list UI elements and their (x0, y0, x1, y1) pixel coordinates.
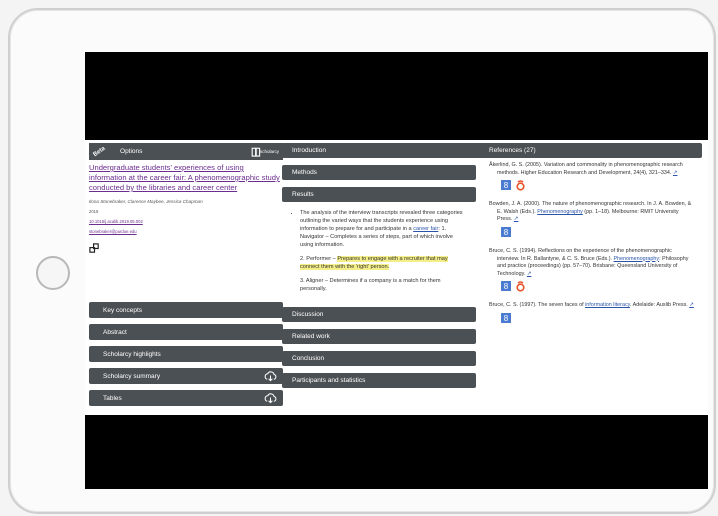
menu-label: Scholarcy summary (103, 372, 161, 380)
section-label: Conclusion (292, 355, 325, 362)
mendeley-icon[interactable] (515, 179, 526, 191)
section-participants-statistics[interactable]: Participants and statistics (282, 373, 476, 388)
logo-text: scholarcy (259, 149, 279, 154)
left-menu: Key concepts Abstract Scholarcy highligh… (89, 302, 283, 412)
tablet-frame: Beta Options ▯▯ scholarcy Undergraduate … (8, 8, 716, 514)
svg-text:8: 8 (504, 228, 509, 237)
menu-label: Scholarcy highlights (103, 350, 161, 358)
google-scholar-icon[interactable]: 8 (501, 281, 511, 292)
scholarcy-app: Beta Options ▯▯ scholarcy Undergraduate … (85, 140, 708, 415)
options-label[interactable]: Options (120, 148, 142, 155)
tables-button[interactable]: Tables (89, 390, 283, 406)
home-button[interactable] (36, 256, 70, 290)
author-email-link[interactable]: stonebraker@purdue.edu (89, 229, 283, 234)
section-related-work[interactable]: Related work (282, 329, 476, 344)
beta-badge: Beta (92, 145, 107, 158)
scholarcy-summary-button[interactable]: Scholarcy summary (89, 368, 283, 384)
external-link-icon[interactable]: ↗ (527, 271, 532, 277)
section-discussion[interactable]: Discussion (282, 307, 476, 322)
section-introduction[interactable]: Introduction (282, 143, 486, 158)
reference-actions: 8 (501, 226, 702, 238)
reference-link[interactable]: Phenomenography (614, 256, 660, 262)
section-methods[interactable]: Methods (282, 165, 476, 180)
reference-actions: 8 (501, 280, 702, 292)
screen: Beta Options ▯▯ scholarcy Undergraduate … (85, 52, 708, 489)
results-paragraph: 2. Performer – Prepares to engage with a… (300, 255, 466, 271)
paper-year: 2019 (89, 209, 99, 214)
references-header[interactable]: References (27) (479, 143, 702, 158)
mendeley-icon[interactable] (515, 280, 526, 292)
section-label: Discussion (292, 311, 324, 318)
reference-text: Åkerlind, G. S. (2005). Variation and co… (489, 162, 683, 176)
section-label: Methods (292, 169, 317, 176)
results-text: 2. Performer – (300, 256, 338, 262)
section-results[interactable]: Results (282, 187, 476, 202)
results-paragraph: The analysis of the interview transcript… (300, 209, 466, 293)
options-bar[interactable]: Beta Options ▯▯ scholarcy (89, 143, 283, 160)
reference-item: Bruce, C. S. (1997). The seven faces of … (489, 302, 694, 310)
logo-icon: ▯▯ (250, 146, 261, 158)
reference-item: Åkerlind, G. S. (2005). Variation and co… (489, 162, 694, 177)
google-scholar-icon[interactable]: 8 (501, 226, 511, 237)
scholarcy-highlights-button[interactable]: Scholarcy highlights (89, 346, 283, 362)
svg-text:8: 8 (504, 181, 509, 190)
references-title: References (27) (489, 147, 536, 154)
references-panel: References (27) Åkerlind, G. S. (2005). … (479, 143, 702, 411)
lower-sections: Discussion Related work Conclusion Parti… (282, 307, 476, 395)
reference-actions: 8 (501, 312, 702, 324)
menu-label: Tables (103, 394, 122, 402)
reference-item: Bruce, C. S. (1994). Reflections on the … (489, 248, 694, 278)
cloud-download-icon[interactable] (264, 392, 277, 404)
sections-panel: Introduction Methods Results The analysi… (282, 143, 486, 411)
external-link-icon[interactable]: ↗ (689, 302, 694, 308)
cloud-download-icon[interactable] (264, 370, 277, 382)
menu-label: Key concepts (103, 306, 143, 314)
external-link-icon[interactable]: ↗ (673, 170, 678, 176)
section-label: Introduction (292, 147, 326, 154)
reference-text: . Adelaide: Auslib Press. (629, 302, 690, 309)
svg-text:8: 8 (504, 314, 509, 323)
section-label: Results (292, 191, 314, 198)
left-panel: Beta Options ▯▯ scholarcy Undergraduate … (89, 143, 283, 411)
abstract-button[interactable]: Abstract (89, 324, 283, 340)
results-paragraph: 3. Aligner – Determines if a company is … (300, 277, 466, 293)
paper-title[interactable]: Undergraduate students' experiences of u… (89, 163, 282, 193)
results-text: 3. Aligner – Determines if a company is … (300, 278, 441, 292)
paper-authors: Ilona Stonebraker, Clarence Maybee, Jess… (89, 199, 203, 204)
section-label: Related work (292, 333, 330, 340)
key-concepts-button[interactable]: Key concepts (89, 302, 283, 318)
reference-link[interactable]: Phenomenography (537, 209, 583, 215)
career-fair-link[interactable]: career fair (413, 226, 438, 232)
svg-text:8: 8 (504, 282, 509, 291)
section-conclusion[interactable]: Conclusion (282, 351, 476, 366)
external-link-icon[interactable]: ↗ (514, 216, 519, 222)
reference-text: Bruce, C. S. (1997). The seven faces of (489, 302, 586, 309)
reference-item: Bowden, J. A. (2000). The nature of phen… (489, 201, 694, 224)
paper-doi-link[interactable]: 10.1016/j.acalib.2019.05.002 (89, 219, 283, 224)
google-scholar-icon[interactable]: 8 (501, 180, 511, 191)
scholarcy-logo: ▯▯ scholarcy (251, 145, 279, 158)
menu-label: Abstract (103, 328, 127, 336)
reference-actions: 8 (501, 179, 702, 191)
section-label: Participants and statistics (292, 377, 366, 384)
reference-link[interactable]: information literacy (585, 302, 630, 308)
google-scholar-icon[interactable]: 8 (501, 312, 511, 323)
share-icon[interactable] (89, 243, 100, 254)
